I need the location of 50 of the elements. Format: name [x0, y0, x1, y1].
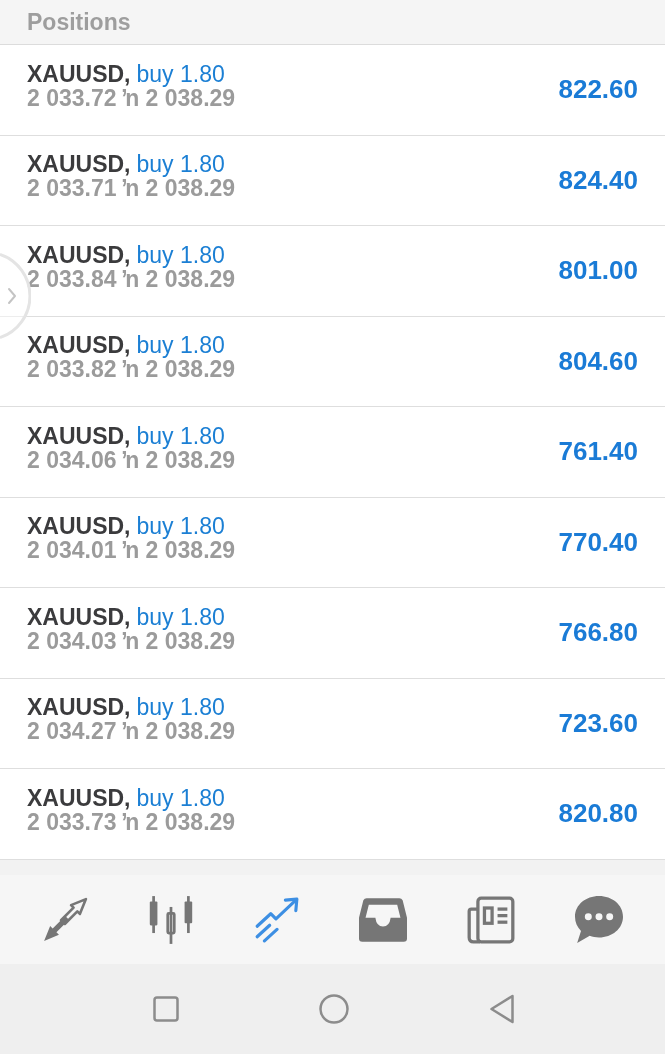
positions-title: Positions: [27, 7, 131, 37]
symbol-text: XAUUSD,: [27, 604, 131, 629]
price-text: 2 033.82 ŉ 2 038.29: [27, 357, 236, 382]
price-text: 2 034.27 ŉ 2 038.29: [27, 719, 236, 744]
square-icon[interactable]: [153, 996, 179, 1022]
symbol-text: XAUUSD,: [27, 61, 131, 86]
position-row[interactable]: XAUUSD, buy 1.80 2 034.06 ŉ 2 038.29 761.40: [0, 407, 665, 498]
price-text: 2 033.71 ŉ 2 038.29: [27, 176, 236, 201]
trade-type-text: buy 1.80: [136, 604, 225, 629]
position-row[interactable]: XAUUSD, buy 1.80 2 034.27 ŉ 2 038.29 723.60: [0, 678, 665, 769]
profit-value: 766.80: [558, 616, 638, 650]
trade-type-text: buy 1.80: [136, 514, 225, 539]
trade-type-text: buy 1.80: [136, 333, 225, 358]
symbol-text: XAUUSD,: [27, 333, 131, 358]
profit-value: 820.80: [558, 797, 638, 831]
symbol-text: XAUUSD,: [27, 514, 131, 539]
back-triangle-icon[interactable]: [489, 994, 515, 1024]
position-row[interactable]: XAUUSD, buy 1.80 2 033.82 ŉ 2 038.29 804.60: [0, 316, 665, 407]
chevron-right-icon: [8, 288, 16, 304]
inbox-tray-icon: [359, 897, 408, 942]
trade-type-text: buy 1.80: [136, 695, 225, 720]
circle-icon[interactable]: [319, 994, 349, 1024]
symbol-text: XAUUSD,: [27, 423, 131, 448]
trade-type-text: buy 1.80: [136, 423, 225, 448]
newspaper-icon: [467, 895, 516, 944]
trade-type-text: buy 1.80: [136, 785, 225, 810]
diagonal-arrows-icon: [41, 896, 88, 943]
position-row[interactable]: XAUUSD, buy 1.80 2 034.01 ŉ 2 038.29 770.40: [0, 497, 665, 588]
position-row[interactable]: XAUUSD, buy 1.80 2 033.71 ŉ 2 038.29 824.40: [0, 135, 665, 226]
profit-value: 822.60: [558, 73, 638, 107]
profit-value: 824.40: [558, 163, 638, 197]
symbol-text: XAUUSD,: [27, 242, 131, 267]
chat-bubble-icon: [575, 896, 624, 943]
profit-value: 770.40: [558, 525, 638, 559]
symbol-text: XAUUSD,: [27, 152, 131, 177]
candlestick-icon: [147, 894, 194, 945]
trend-arrow-icon: [253, 896, 300, 943]
symbol-text: XAUUSD,: [27, 695, 131, 720]
position-row[interactable]: XAUUSD, buy 1.80 2 034.03 ŉ 2 038.29 766.80: [0, 588, 665, 679]
price-text: 2 034.01 ŉ 2 038.29: [27, 538, 236, 563]
position-row[interactable]: XAUUSD, buy 1.80 2 033.72 ŉ 2 038.29 822.60: [0, 45, 665, 136]
profit-value: 801.00: [558, 254, 638, 288]
trade-type-text: buy 1.80: [136, 61, 225, 86]
trade-type-text: buy 1.80: [136, 242, 225, 267]
profit-value: 804.60: [558, 344, 638, 378]
profit-value: 723.60: [558, 706, 638, 740]
symbol-text: XAUUSD,: [27, 785, 131, 810]
profit-value: 761.40: [558, 435, 638, 469]
position-row[interactable]: XAUUSD, buy 1.80 2 033.73 ŉ 2 038.29 820.80: [0, 769, 665, 860]
trade-type-text: buy 1.80: [136, 152, 225, 177]
